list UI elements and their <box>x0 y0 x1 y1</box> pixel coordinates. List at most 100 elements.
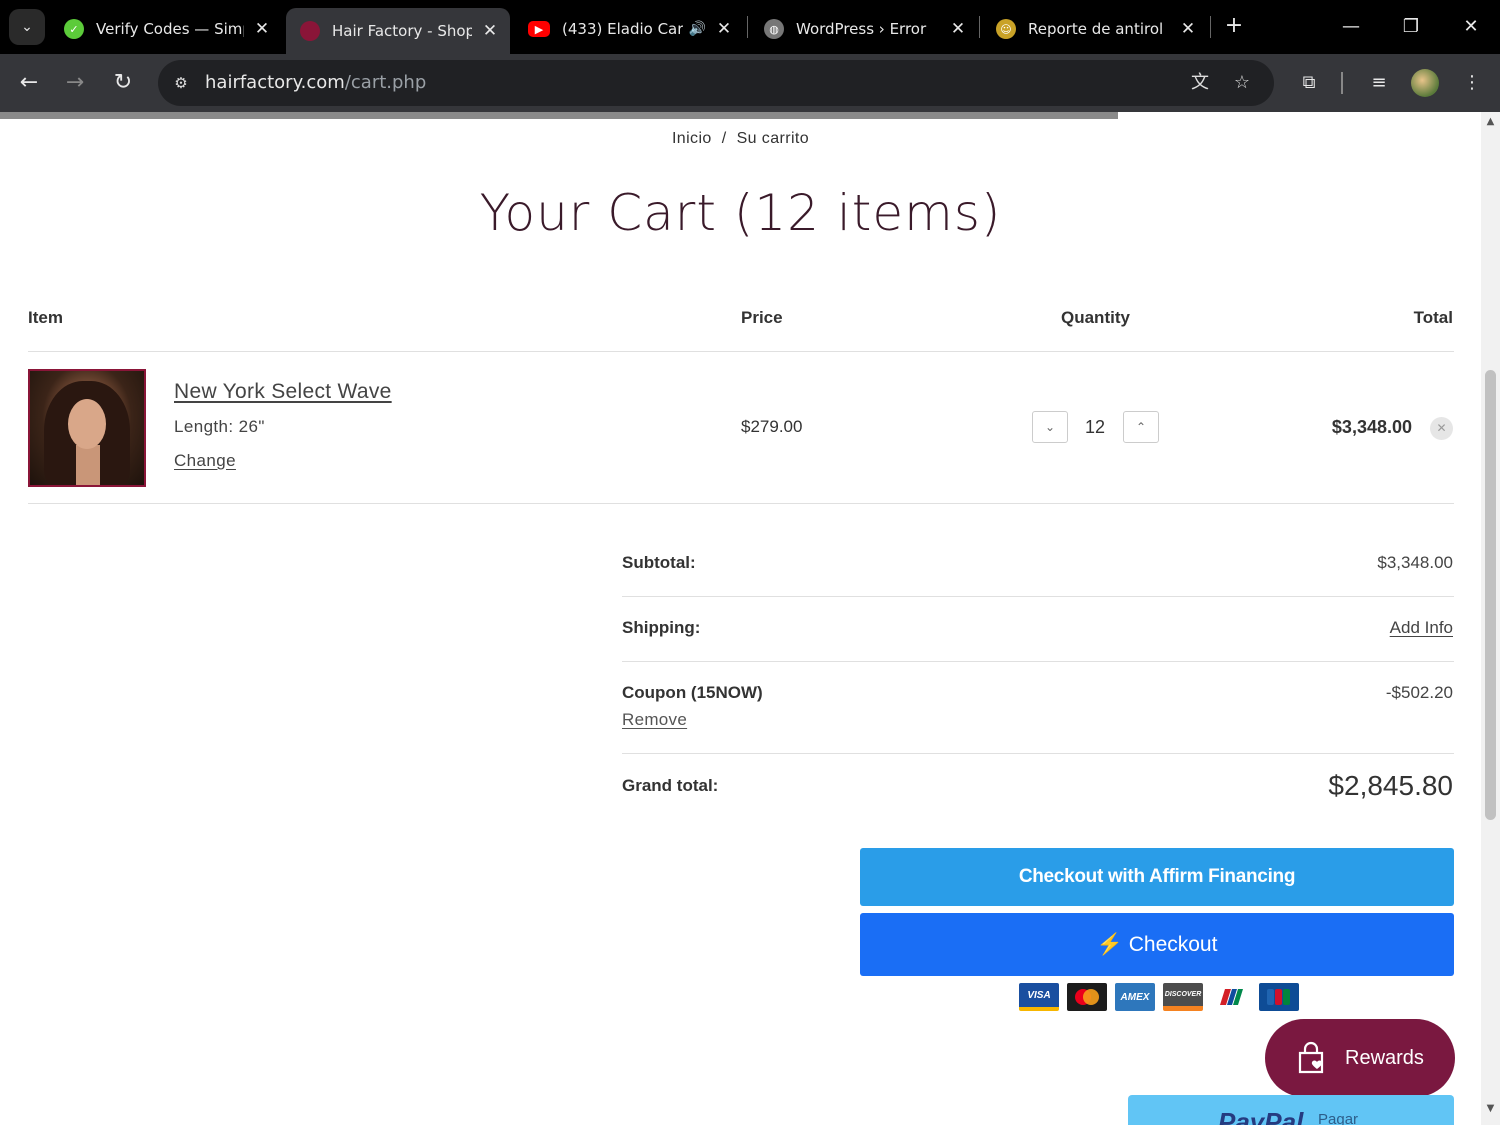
quantity-value[interactable]: 12 <box>1076 417 1114 438</box>
grand-total-label: Grand total: <box>622 776 719 795</box>
tab-separator <box>1210 16 1211 38</box>
translate-icon[interactable]: 文 <box>1187 70 1213 96</box>
page-scrollbar[interactable]: ▲ ▼ <box>1481 112 1500 1125</box>
check-circle-icon: ✓ <box>64 19 84 39</box>
profile-avatar[interactable] <box>1411 69 1439 97</box>
tab-verify-codes[interactable]: ✓ Verify Codes — Simp ✕ <box>50 6 282 52</box>
quantity-increase-button[interactable]: ⌃ <box>1123 411 1159 443</box>
tab-youtube[interactable]: ▶ (433) Eladio Carr 🔊 ✕ <box>514 6 744 52</box>
close-icon[interactable]: ✕ <box>948 19 968 39</box>
checkout-button[interactable]: ⚡ Checkout <box>860 913 1454 976</box>
tab-search-button[interactable]: ⌄ <box>9 9 45 45</box>
breadcrumb-home-link[interactable]: Inicio <box>672 130 712 147</box>
site-settings-icon[interactable]: ⚙ <box>168 70 194 96</box>
product-name-link[interactable]: New York Select Wave <box>174 380 392 404</box>
grand-total-value: $2,845.80 <box>1328 770 1453 801</box>
speaker-icon[interactable]: 🔊 <box>689 21 706 37</box>
tab-title: Hair Factory - Shopp <box>332 22 472 40</box>
breadcrumb: Inicio / Su carrito <box>0 130 1481 148</box>
paypal-button[interactable]: PayPal Pagar <box>1128 1095 1454 1125</box>
youtube-icon: ▶ <box>528 21 550 37</box>
remove-coupon-link[interactable]: Remove <box>622 710 687 730</box>
media-queue-icon[interactable]: ≡ <box>1364 68 1394 98</box>
tab-reporte[interactable]: ☺ Reporte de antirol ✕ <box>982 6 1208 52</box>
rewards-label: Rewards <box>1345 1046 1424 1069</box>
tab-separator <box>979 16 980 38</box>
change-variant-link[interactable]: Change <box>174 451 236 471</box>
scrollbar-thumb[interactable] <box>1485 370 1496 820</box>
mastercard-icon <box>1067 983 1107 1011</box>
diners-icon <box>1211 983 1251 1011</box>
chevron-up-icon: ⌃ <box>1135 420 1147 434</box>
column-header-item: Item <box>28 308 63 327</box>
close-window-icon[interactable]: ✕ <box>1456 12 1486 42</box>
scroll-down-arrow-icon[interactable]: ▼ <box>1481 1103 1500 1119</box>
address-bar[interactable]: ⚙ hairfactory.com/cart.php 文 ☆ <box>158 60 1274 106</box>
payment-methods: VISA AMEX DISCOVER <box>1019 983 1299 1011</box>
reload-icon[interactable]: ↻ <box>108 68 138 98</box>
column-header-price: Price <box>741 308 783 327</box>
hair-factory-icon <box>300 21 320 41</box>
column-header-quantity: Quantity <box>1061 308 1130 327</box>
checkout-label: Checkout <box>1128 933 1218 956</box>
smiley-icon: ☺ <box>996 19 1016 39</box>
shipping-label: Shipping: <box>622 618 701 637</box>
tab-wordpress[interactable]: ◍ WordPress › Error ✕ <box>750 6 978 52</box>
totals-divider <box>622 596 1454 597</box>
page-title: Your Cart (12 items) <box>479 184 1002 242</box>
breadcrumb-current: Su carrito <box>736 130 810 147</box>
extensions-icon[interactable]: ⧉ <box>1294 68 1324 98</box>
star-icon[interactable]: ☆ <box>1229 70 1255 96</box>
tab-title: Verify Codes — Simp <box>96 20 244 38</box>
browser-toolbar: ← → ↻ ⚙ hairfactory.com/cart.php 文 ☆ ⧉ ≡… <box>0 54 1500 112</box>
tab-title: WordPress › Error <box>796 20 927 38</box>
new-tab-button[interactable]: + <box>1222 14 1246 38</box>
url-text[interactable]: hairfactory.com/cart.php <box>205 72 426 93</box>
paypal-logo: PayPal <box>1218 1107 1304 1125</box>
remove-item-button[interactable]: ✕ <box>1430 417 1453 440</box>
minimize-icon[interactable]: — <box>1336 12 1366 42</box>
back-arrow-icon[interactable]: ← <box>14 68 44 98</box>
paypal-sub-label: Pagar <box>1318 1111 1359 1125</box>
totals-divider <box>622 661 1454 662</box>
visa-icon: VISA <box>1019 983 1059 1011</box>
url-path: /cart.php <box>344 72 427 93</box>
tab-title: Reporte de antirol <box>1028 20 1164 38</box>
column-header-total: Total <box>1413 308 1453 327</box>
forward-arrow-icon[interactable]: → <box>60 68 90 98</box>
product-thumbnail[interactable] <box>28 369 146 487</box>
table-divider <box>28 351 1454 352</box>
jcb-icon <box>1259 983 1299 1011</box>
rewards-button[interactable]: Rewards <box>1265 1019 1455 1097</box>
close-icon[interactable]: ✕ <box>714 19 734 39</box>
tab-hair-factory[interactable]: Hair Factory - Shopp ✕ <box>286 8 510 54</box>
affirm-checkout-button[interactable]: Checkout with Affirm Financing <box>860 848 1454 906</box>
table-divider <box>28 503 1454 504</box>
page-progress-bar <box>0 112 1118 119</box>
close-icon[interactable]: ✕ <box>480 21 500 41</box>
globe-icon: ◍ <box>764 19 784 39</box>
tab-separator <box>747 16 748 38</box>
scroll-up-arrow-icon[interactable]: ▲ <box>1481 116 1500 132</box>
breadcrumb-separator: / <box>721 130 727 147</box>
close-icon: ✕ <box>1436 421 1447 435</box>
close-icon[interactable]: ✕ <box>1178 19 1198 39</box>
coupon-value: -$502.20 <box>1385 683 1453 702</box>
item-price: $279.00 <box>741 417 803 436</box>
quantity-decrease-button[interactable]: ⌄ <box>1032 411 1068 443</box>
chevron-down-icon: ⌄ <box>21 19 33 35</box>
toolbar-separator <box>1341 72 1343 94</box>
restore-icon[interactable]: ❐ <box>1396 12 1426 42</box>
url-domain: hairfactory.com <box>205 72 345 93</box>
discover-icon: DISCOVER <box>1163 983 1203 1011</box>
more-menu-icon[interactable]: ⋮ <box>1457 68 1487 98</box>
tab-strip: ⌄ ✓ Verify Codes — Simp ✕ Hair Factory -… <box>0 0 1500 54</box>
shopping-bag-heart-icon <box>1298 1041 1324 1074</box>
chevron-down-icon: ⌄ <box>1044 420 1056 434</box>
amex-icon: AMEX <box>1115 983 1155 1011</box>
tab-title: (433) Eladio Carr <box>562 20 683 38</box>
shipping-add-info-link[interactable]: Add Info <box>1390 618 1453 638</box>
close-icon[interactable]: ✕ <box>252 19 272 39</box>
subtotal-label: Subtotal: <box>622 553 696 572</box>
coupon-label: Coupon (15NOW) <box>622 683 763 702</box>
